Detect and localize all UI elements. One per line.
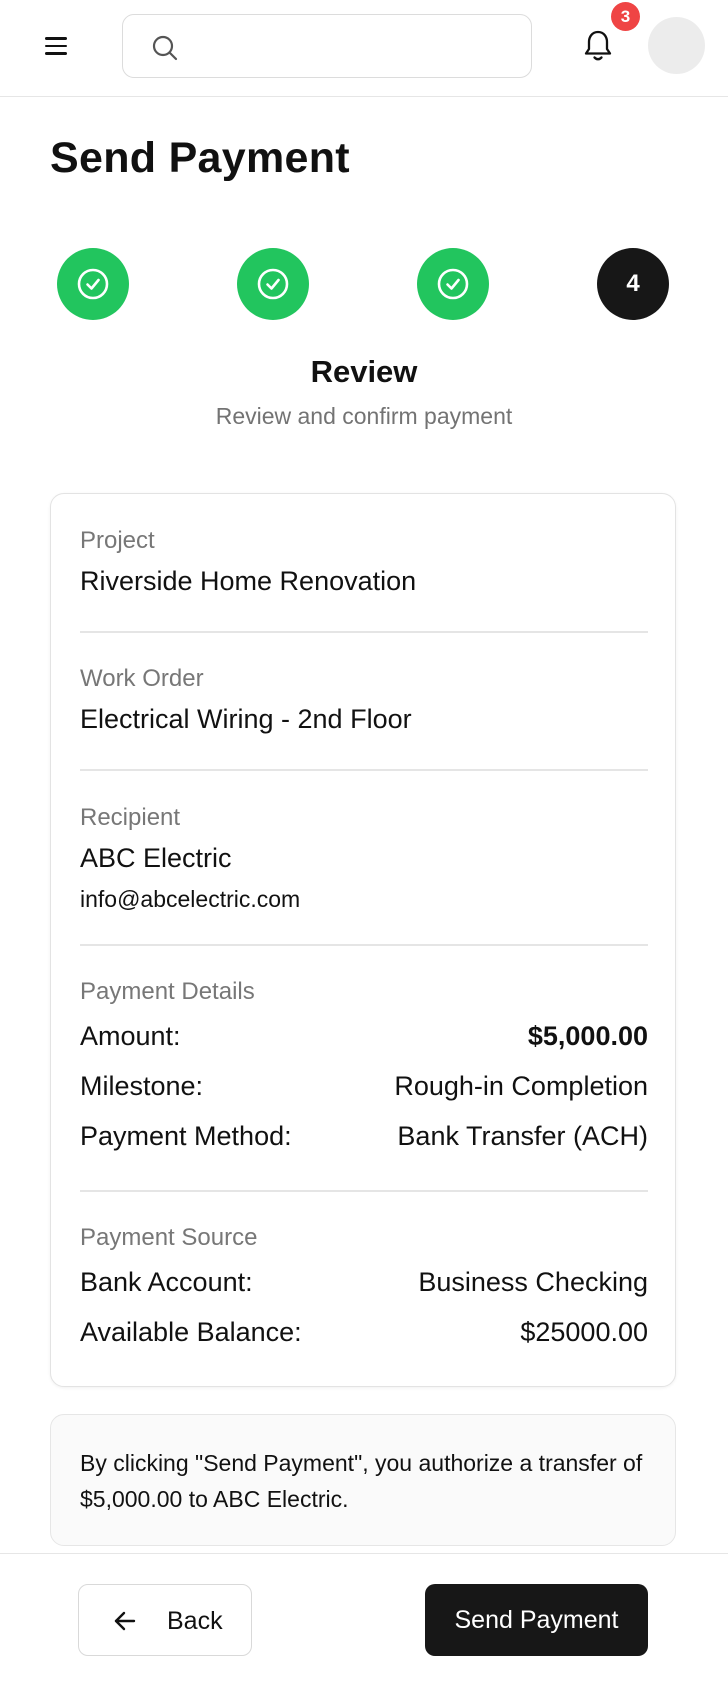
project-label: Project: [80, 527, 155, 554]
step-subtitle: Review and confirm payment: [215, 403, 513, 429]
step-2-complete: [237, 248, 309, 320]
step-4-current: 4: [597, 248, 669, 320]
available-balance-key: Available Balance:: [80, 1317, 302, 1347]
payment-details-section: Payment Details Amount: $5,000.00 Milest…: [80, 978, 648, 1161]
milestone-row: Milestone: Rough-in Completion: [80, 1061, 648, 1111]
project-section: Project Riverside Home Renovation: [80, 527, 648, 597]
available-balance-value: $25000.00: [520, 1317, 648, 1347]
bank-account-key: Bank Account:: [80, 1267, 253, 1297]
recipient-email: info@abcelectric.com: [80, 886, 301, 912]
divider: [80, 631, 648, 633]
bank-account-value: Business Checking: [418, 1267, 648, 1297]
step-3-complete: [417, 248, 489, 320]
divider: [80, 769, 648, 771]
check-circle-icon: [77, 268, 109, 300]
back-button-label: Back: [167, 1607, 223, 1635]
milestone-key: Milestone:: [80, 1071, 204, 1101]
available-balance-row: Available Balance: $25000.00: [80, 1307, 648, 1357]
recipient-name: ABC Electric: [80, 843, 232, 873]
work-order-label: Work Order: [80, 665, 204, 692]
amount-row: Amount: $5,000.00: [80, 1011, 648, 1061]
divider: [80, 944, 648, 946]
payment-details-label: Payment Details: [80, 978, 255, 1005]
arrow-left-icon: [114, 1611, 136, 1631]
search-box[interactable]: [122, 14, 532, 78]
bank-account-row: Bank Account: Business Checking: [80, 1257, 648, 1307]
authorization-notice: By clicking "Send Payment", you authoriz…: [50, 1414, 676, 1546]
bell-icon[interactable]: [581, 28, 615, 64]
step-1-complete: [57, 248, 129, 320]
page-title: Send Payment: [50, 134, 350, 182]
check-circle-icon: [257, 268, 289, 300]
top-bar: 3: [0, 0, 728, 97]
menu-icon[interactable]: [40, 30, 72, 62]
payment-method-row: Payment Method: Bank Transfer (ACH): [80, 1111, 648, 1161]
divider: [80, 1190, 648, 1192]
avatar[interactable]: [648, 17, 705, 74]
recipient-section: Recipient ABC Electric info@abcelectric.…: [80, 804, 648, 913]
recipient-label: Recipient: [80, 804, 181, 831]
payment-method-key: Payment Method:: [80, 1121, 292, 1151]
search-input[interactable]: [193, 27, 513, 67]
milestone-value: Rough-in Completion: [394, 1071, 648, 1101]
check-circle-icon: [437, 268, 469, 300]
payment-source-section: Payment Source Bank Account: Business Ch…: [80, 1224, 648, 1357]
footer-bar: Back Send Payment: [0, 1553, 728, 1682]
search-icon: [152, 35, 178, 61]
amount-key: Amount:: [80, 1021, 181, 1051]
step-title: Review: [310, 354, 418, 389]
amount-value: $5,000.00: [527, 1021, 648, 1051]
send-payment-button[interactable]: Send Payment: [425, 1584, 648, 1656]
back-button[interactable]: Back: [78, 1584, 252, 1656]
payment-method-value: Bank Transfer (ACH): [397, 1121, 648, 1151]
work-order-value: Electrical Wiring - 2nd Floor: [80, 704, 412, 734]
work-order-section: Work Order Electrical Wiring - 2nd Floor: [80, 665, 648, 735]
notification-badge: 3: [611, 2, 640, 31]
review-card: Project Riverside Home Renovation Work O…: [50, 493, 676, 1387]
payment-source-label: Payment Source: [80, 1224, 258, 1251]
project-value: Riverside Home Renovation: [80, 566, 417, 596]
